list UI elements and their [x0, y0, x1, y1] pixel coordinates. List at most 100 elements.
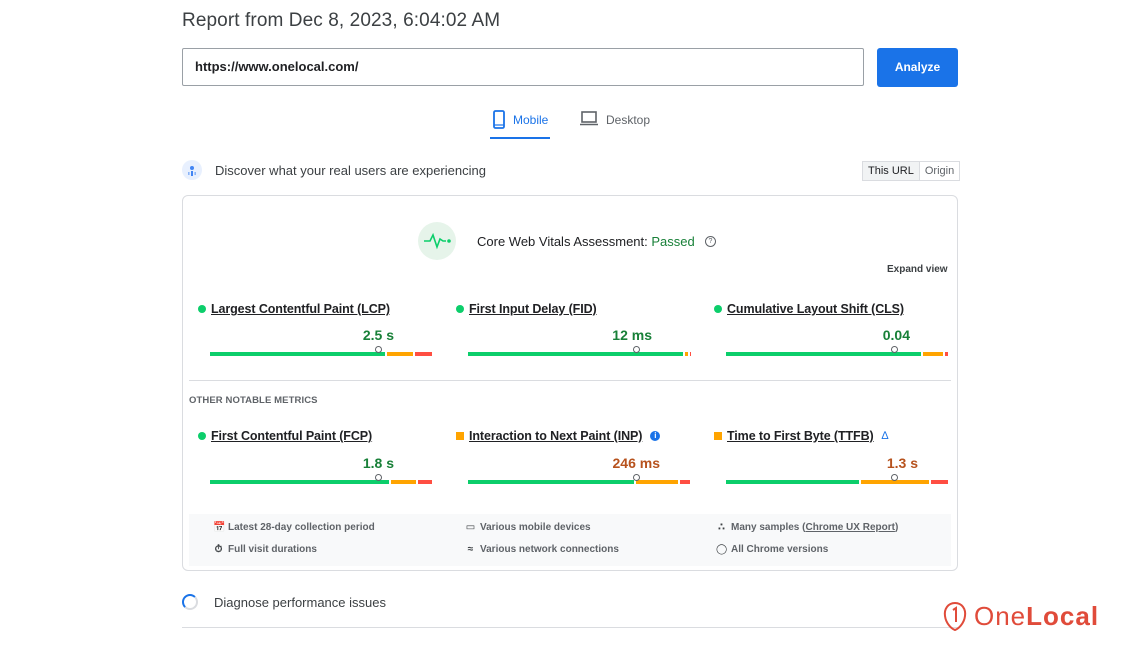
- chrome-icon: ◯: [716, 544, 728, 555]
- chrome-ux-report-link[interactable]: Chrome UX Report: [805, 522, 894, 533]
- diagnose-heading-text: Diagnose performance issues: [214, 594, 386, 610]
- metric-name-link[interactable]: Time to First Byte (TTFB): [727, 429, 874, 443]
- footer-text: Many samples (: [731, 522, 806, 533]
- cwv-label: Core Web Vitals Assessment:: [477, 234, 648, 249]
- expand-view-button[interactable]: Expand view: [887, 264, 948, 275]
- footer-item-durations: ⏱ Full visit durations: [213, 544, 317, 555]
- metrics-divider: [189, 380, 951, 381]
- url-input[interactable]: https://www.onelocal.com/: [182, 48, 864, 86]
- toggle-this-url[interactable]: This URL: [863, 162, 920, 180]
- good-status-icon: [198, 305, 206, 313]
- footer-text: Full visit durations: [228, 544, 317, 555]
- field-data-heading: Discover what your real users are experi…: [182, 160, 486, 180]
- cwv-status: Passed: [651, 234, 695, 249]
- p75-marker: [633, 474, 640, 481]
- analyze-button[interactable]: Analyze: [877, 48, 958, 87]
- needs-improvement-segment: [391, 480, 417, 484]
- metric-header: First Input Delay (FID): [456, 302, 597, 316]
- good-segment: [210, 480, 390, 484]
- metric-value: 1.8 s: [362, 455, 394, 471]
- page-title: Report from Dec 8, 2023, 6:04:02 AM: [182, 10, 501, 31]
- metric-value: 1.3 s: [886, 455, 918, 471]
- poor-segment: [931, 480, 948, 484]
- mobile-icon: [493, 110, 505, 129]
- good-status-icon: [714, 305, 722, 313]
- p75-marker: [891, 346, 898, 353]
- metric-header: Time to First Byte (TTFB) ∆: [714, 429, 888, 443]
- p75-marker: [375, 346, 382, 353]
- poor-segment: [689, 352, 691, 356]
- distribution-bar: [726, 346, 950, 356]
- footer-item-chrome: ◯ All Chrome versions: [716, 544, 828, 555]
- timer-icon: ⏱: [214, 544, 223, 555]
- good-segment: [726, 480, 860, 484]
- devices-icon: ▭: [465, 522, 476, 533]
- footer-item-network: ≈ Various network connections: [465, 544, 619, 555]
- wifi-icon: ≈: [467, 544, 474, 555]
- good-segment: [468, 352, 684, 356]
- metric-value: 0.04: [882, 327, 910, 343]
- distribution-bar: [468, 346, 692, 356]
- metric-header: Largest Contentful Paint (LCP): [198, 302, 390, 316]
- good-status-icon: [456, 305, 464, 313]
- onelocal-logo-icon: [943, 601, 967, 632]
- cwv-pulse-icon: [418, 222, 456, 260]
- good-segment: [210, 352, 385, 356]
- footer-text: Various network connections: [480, 544, 619, 555]
- footer-text: Latest 28-day collection period: [228, 522, 375, 533]
- tab-mobile[interactable]: Mobile: [489, 110, 551, 140]
- distribution-bar: [726, 474, 950, 484]
- footer-text: All Chrome versions: [731, 544, 829, 555]
- experimental-flask-icon: ∆: [881, 430, 889, 442]
- needs-improvement-segment: [386, 352, 414, 356]
- needs-improvement-icon: [714, 432, 722, 440]
- desktop-icon: [580, 111, 598, 126]
- needs-improvement-segment: [922, 352, 944, 356]
- p75-marker: [891, 474, 898, 481]
- good-status-icon: [198, 432, 206, 440]
- tab-mobile-label: Mobile: [513, 113, 549, 127]
- distribution-bar: [210, 474, 434, 484]
- section-divider: [182, 627, 958, 628]
- distribution-bar: [210, 346, 434, 356]
- footer-item-devices: ▭ Various mobile devices: [465, 522, 591, 533]
- needs-improvement-icon: [456, 432, 464, 440]
- p75-marker: [375, 474, 382, 481]
- metric-value: 12 ms: [612, 327, 652, 343]
- url-origin-toggle[interactable]: This URL Origin: [862, 161, 961, 181]
- metric-name-link[interactable]: First Input Delay (FID): [469, 302, 597, 316]
- metric-name-link[interactable]: Cumulative Layout Shift (CLS): [727, 302, 904, 316]
- metric-name-link[interactable]: Interaction to Next Paint (INP): [469, 429, 642, 443]
- good-segment: [468, 480, 634, 484]
- info-icon[interactable]: i: [650, 431, 661, 441]
- people-icon: ∴: [718, 522, 725, 533]
- poor-segment: [680, 480, 690, 484]
- metric-header: Interaction to Next Paint (INP) i: [456, 429, 661, 443]
- logo-text-local: Local: [1026, 600, 1100, 631]
- metric-name-link[interactable]: Largest Contentful Paint (LCP): [211, 302, 390, 316]
- help-icon[interactable]: ?: [705, 236, 716, 247]
- tab-desktop[interactable]: Desktop: [580, 110, 650, 140]
- distribution-bar: [468, 474, 692, 484]
- metric-value: 2.5 s: [362, 327, 394, 343]
- footer-text: Various mobile devices: [480, 522, 591, 533]
- footer-item-period: 📅 Latest 28-day collection period: [213, 522, 375, 533]
- footer-item-samples: ∴ Many samples (Chrome UX Report): [716, 522, 898, 533]
- metric-header: Cumulative Layout Shift (CLS): [714, 302, 904, 316]
- tab-desktop-label: Desktop: [606, 113, 651, 127]
- loading-spinner-icon: [182, 594, 198, 610]
- needs-improvement-segment: [636, 480, 679, 484]
- crux-icon: [182, 160, 202, 180]
- calendar-icon: 📅: [213, 522, 226, 533]
- needs-improvement-segment: [685, 352, 688, 356]
- poor-segment: [945, 352, 948, 356]
- onelocal-logo: OneLocal: [942, 600, 1099, 632]
- diagnose-section-heading: Diagnose performance issues: [182, 594, 386, 610]
- good-segment: [726, 352, 921, 356]
- field-data-heading-text: Discover what your real users are experi…: [215, 162, 486, 178]
- poor-segment: [418, 480, 432, 484]
- toggle-origin[interactable]: Origin: [920, 162, 959, 180]
- footer-text: ): [894, 522, 899, 533]
- logo-text-one: One: [974, 600, 1027, 631]
- metric-name-link[interactable]: First Contentful Paint (FCP): [211, 429, 372, 443]
